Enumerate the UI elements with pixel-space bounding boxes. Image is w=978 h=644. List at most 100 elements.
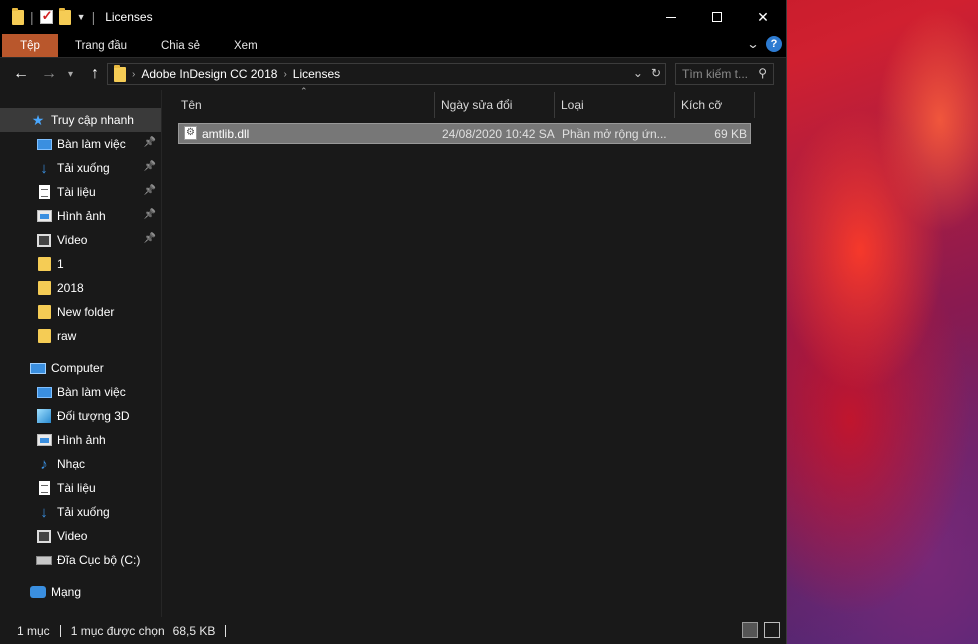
star-icon: ★ bbox=[31, 111, 45, 128]
expand-ribbon-chevron-icon[interactable]: ⌄ bbox=[746, 37, 759, 51]
sidebar-item[interactable]: New folder bbox=[0, 300, 162, 324]
back-button[interactable]: ← bbox=[12, 65, 30, 83]
sidebar-item-label: Bàn làm việc bbox=[57, 385, 126, 399]
address-dropdown-icon[interactable]: ⌄ bbox=[633, 66, 643, 80]
sidebar-item-label: Tải xuống bbox=[57, 505, 110, 519]
sidebar-item-label: New folder bbox=[57, 305, 115, 319]
sidebar-item[interactable]: Hình ảnh 📌 bbox=[0, 204, 162, 228]
search-placeholder: Tìm kiếm t... bbox=[682, 67, 748, 81]
sidebar-item[interactable]: Video 📌 bbox=[0, 228, 162, 252]
dll-file-icon bbox=[184, 126, 197, 143]
computer-list: Bàn làm việc Đối tượng 3D Hình ảnh ♪ Nhạc Tài… bbox=[0, 380, 162, 572]
pin-icon[interactable]: 📌 bbox=[144, 185, 156, 196]
sidebar-item[interactable]: ↓ Tải xuống bbox=[0, 500, 162, 524]
quick-access-toolbar: | ▼ | Licenses bbox=[0, 7, 153, 25]
breadcrumb-item[interactable]: Adobe InDesign CC 2018 bbox=[141, 67, 277, 81]
nav-item-quick-access[interactable]: ★ Truy cập nhanh bbox=[0, 108, 162, 132]
music-icon: ♪ bbox=[40, 455, 48, 473]
navigation-bar: ← → ▾ ↑ › Adobe InDesign CC 2018 › Licen… bbox=[0, 58, 786, 90]
sidebar-item-label: Tải xuống bbox=[57, 161, 110, 175]
pin-icon[interactable]: 📌 bbox=[144, 209, 156, 220]
properties-icon[interactable] bbox=[39, 8, 53, 24]
sidebar-item[interactable]: Tài liệu 📌 bbox=[0, 180, 162, 204]
folder-icon bbox=[36, 280, 52, 296]
drive-icon bbox=[36, 552, 52, 568]
customize-toolbar-caret-icon[interactable]: ▼ bbox=[77, 12, 86, 22]
nav-item-network[interactable]: Mạng bbox=[0, 580, 162, 604]
refresh-icon[interactable]: ↻ bbox=[651, 66, 661, 80]
nav-item-label: Truy cập nhanh bbox=[51, 113, 134, 127]
file-row[interactable]: amtlib.dll 24/08/2020 10:42 SA Phần mở r… bbox=[178, 123, 751, 144]
sidebar-item[interactable]: Tài liệu bbox=[0, 476, 162, 500]
sidebar-item[interactable]: ↓ Tải xuống 📌 bbox=[0, 156, 162, 180]
sidebar-item-label: Bàn làm việc bbox=[57, 137, 126, 151]
ribbon-right-controls: ⌄ ? bbox=[746, 36, 782, 52]
3d-objects-icon bbox=[36, 408, 52, 424]
column-header-date[interactable]: Ngày sửa đổi bbox=[435, 90, 555, 120]
up-button[interactable]: ↑ bbox=[86, 65, 104, 83]
network-icon bbox=[30, 584, 46, 600]
window-controls: ✕ bbox=[648, 0, 786, 34]
breadcrumb-separator-icon[interactable]: › bbox=[283, 69, 286, 80]
tab-file[interactable]: Tệp bbox=[2, 34, 58, 57]
file-list-pane[interactable]: ⌃ Tên Ngày sửa đổi Loại Kích cỡ amtlib.d… bbox=[162, 86, 786, 617]
sidebar-item-label: Tài liệu bbox=[57, 185, 96, 199]
folder-icon bbox=[36, 304, 52, 320]
search-input[interactable]: Tìm kiếm t... ⚲ bbox=[675, 63, 774, 85]
column-header-size[interactable]: Kích cỡ bbox=[675, 90, 755, 120]
picture-icon bbox=[36, 208, 52, 224]
sidebar-item-label: Tài liệu bbox=[57, 481, 96, 495]
forward-button[interactable]: → bbox=[40, 65, 58, 83]
explorer-body: ★ Truy cập nhanh Bàn làm việc 📌 ↓ Tải xuống… bbox=[0, 86, 786, 617]
sidebar-item[interactable]: 2018 bbox=[0, 276, 162, 300]
sidebar-item-label: Hình ảnh bbox=[57, 433, 106, 447]
search-icon[interactable]: ⚲ bbox=[758, 66, 767, 80]
help-icon[interactable]: ? bbox=[766, 36, 782, 52]
details-view-icon[interactable] bbox=[742, 622, 758, 638]
sidebar-item-label: raw bbox=[57, 329, 77, 343]
large-icons-view-icon[interactable] bbox=[764, 622, 780, 638]
sidebar-item[interactable]: ♪ Nhạc bbox=[0, 452, 162, 476]
column-header-type[interactable]: Loại bbox=[555, 90, 675, 120]
file-name: amtlib.dll bbox=[202, 127, 250, 141]
breadcrumb-separator-icon[interactable]: › bbox=[132, 69, 135, 80]
sidebar-item[interactable]: Đĩa Cục bộ (C:) bbox=[0, 548, 162, 572]
navigation-pane[interactable]: ★ Truy cập nhanh Bàn làm việc 📌 ↓ Tải xuống… bbox=[0, 90, 162, 617]
toolbar-separator: | bbox=[30, 9, 34, 25]
folder-icon bbox=[36, 256, 52, 272]
pin-icon[interactable]: 📌 bbox=[144, 161, 156, 172]
sidebar-item[interactable]: Bàn làm việc 📌 bbox=[0, 132, 162, 156]
pin-icon[interactable]: 📌 bbox=[144, 233, 156, 244]
toolbar-separator: | bbox=[91, 9, 96, 25]
minimize-icon bbox=[666, 16, 676, 18]
sidebar-item-label: Video bbox=[57, 529, 88, 543]
recent-locations-caret-icon[interactable]: ▾ bbox=[68, 69, 76, 80]
sidebar-item[interactable]: Hình ảnh bbox=[0, 428, 162, 452]
sidebar-item[interactable]: Đối tượng 3D bbox=[0, 404, 162, 428]
minimize-button[interactable] bbox=[648, 0, 694, 34]
window-title: Licenses bbox=[105, 10, 153, 24]
pin-icon[interactable]: 📌 bbox=[144, 137, 156, 148]
view-switcher bbox=[742, 622, 780, 638]
sidebar-item[interactable]: 1 bbox=[0, 252, 162, 276]
sidebar-item[interactable]: Video bbox=[0, 524, 162, 548]
tab-share[interactable]: Chia sẻ bbox=[144, 34, 217, 57]
ribbon-tabs: Tệp Trang đầu Chia sẻ Xem ⌄ ? bbox=[0, 34, 786, 58]
address-bar[interactable]: › Adobe InDesign CC 2018 › Licenses ⌄ ↻ bbox=[107, 63, 666, 85]
column-headers: ⌃ Tên Ngày sửa đổi Loại Kích cỡ bbox=[162, 86, 786, 120]
picture-icon bbox=[36, 432, 52, 448]
nav-item-computer[interactable]: Computer bbox=[0, 356, 162, 380]
document-icon bbox=[36, 184, 52, 200]
column-divider[interactable] bbox=[754, 92, 755, 118]
sidebar-item[interactable]: raw bbox=[0, 324, 162, 348]
column-header-name[interactable]: Tên bbox=[175, 90, 433, 120]
status-item-count: 1 mục bbox=[0, 624, 61, 637]
tab-home[interactable]: Trang đầu bbox=[58, 34, 144, 57]
close-button[interactable]: ✕ bbox=[740, 0, 786, 34]
new-folder-icon[interactable] bbox=[58, 7, 71, 25]
tab-view[interactable]: Xem bbox=[217, 34, 275, 57]
sidebar-item[interactable]: Bàn làm việc bbox=[0, 380, 162, 404]
folder-icon bbox=[12, 7, 24, 25]
maximize-button[interactable] bbox=[694, 0, 740, 34]
breadcrumb-item[interactable]: Licenses bbox=[293, 67, 340, 81]
